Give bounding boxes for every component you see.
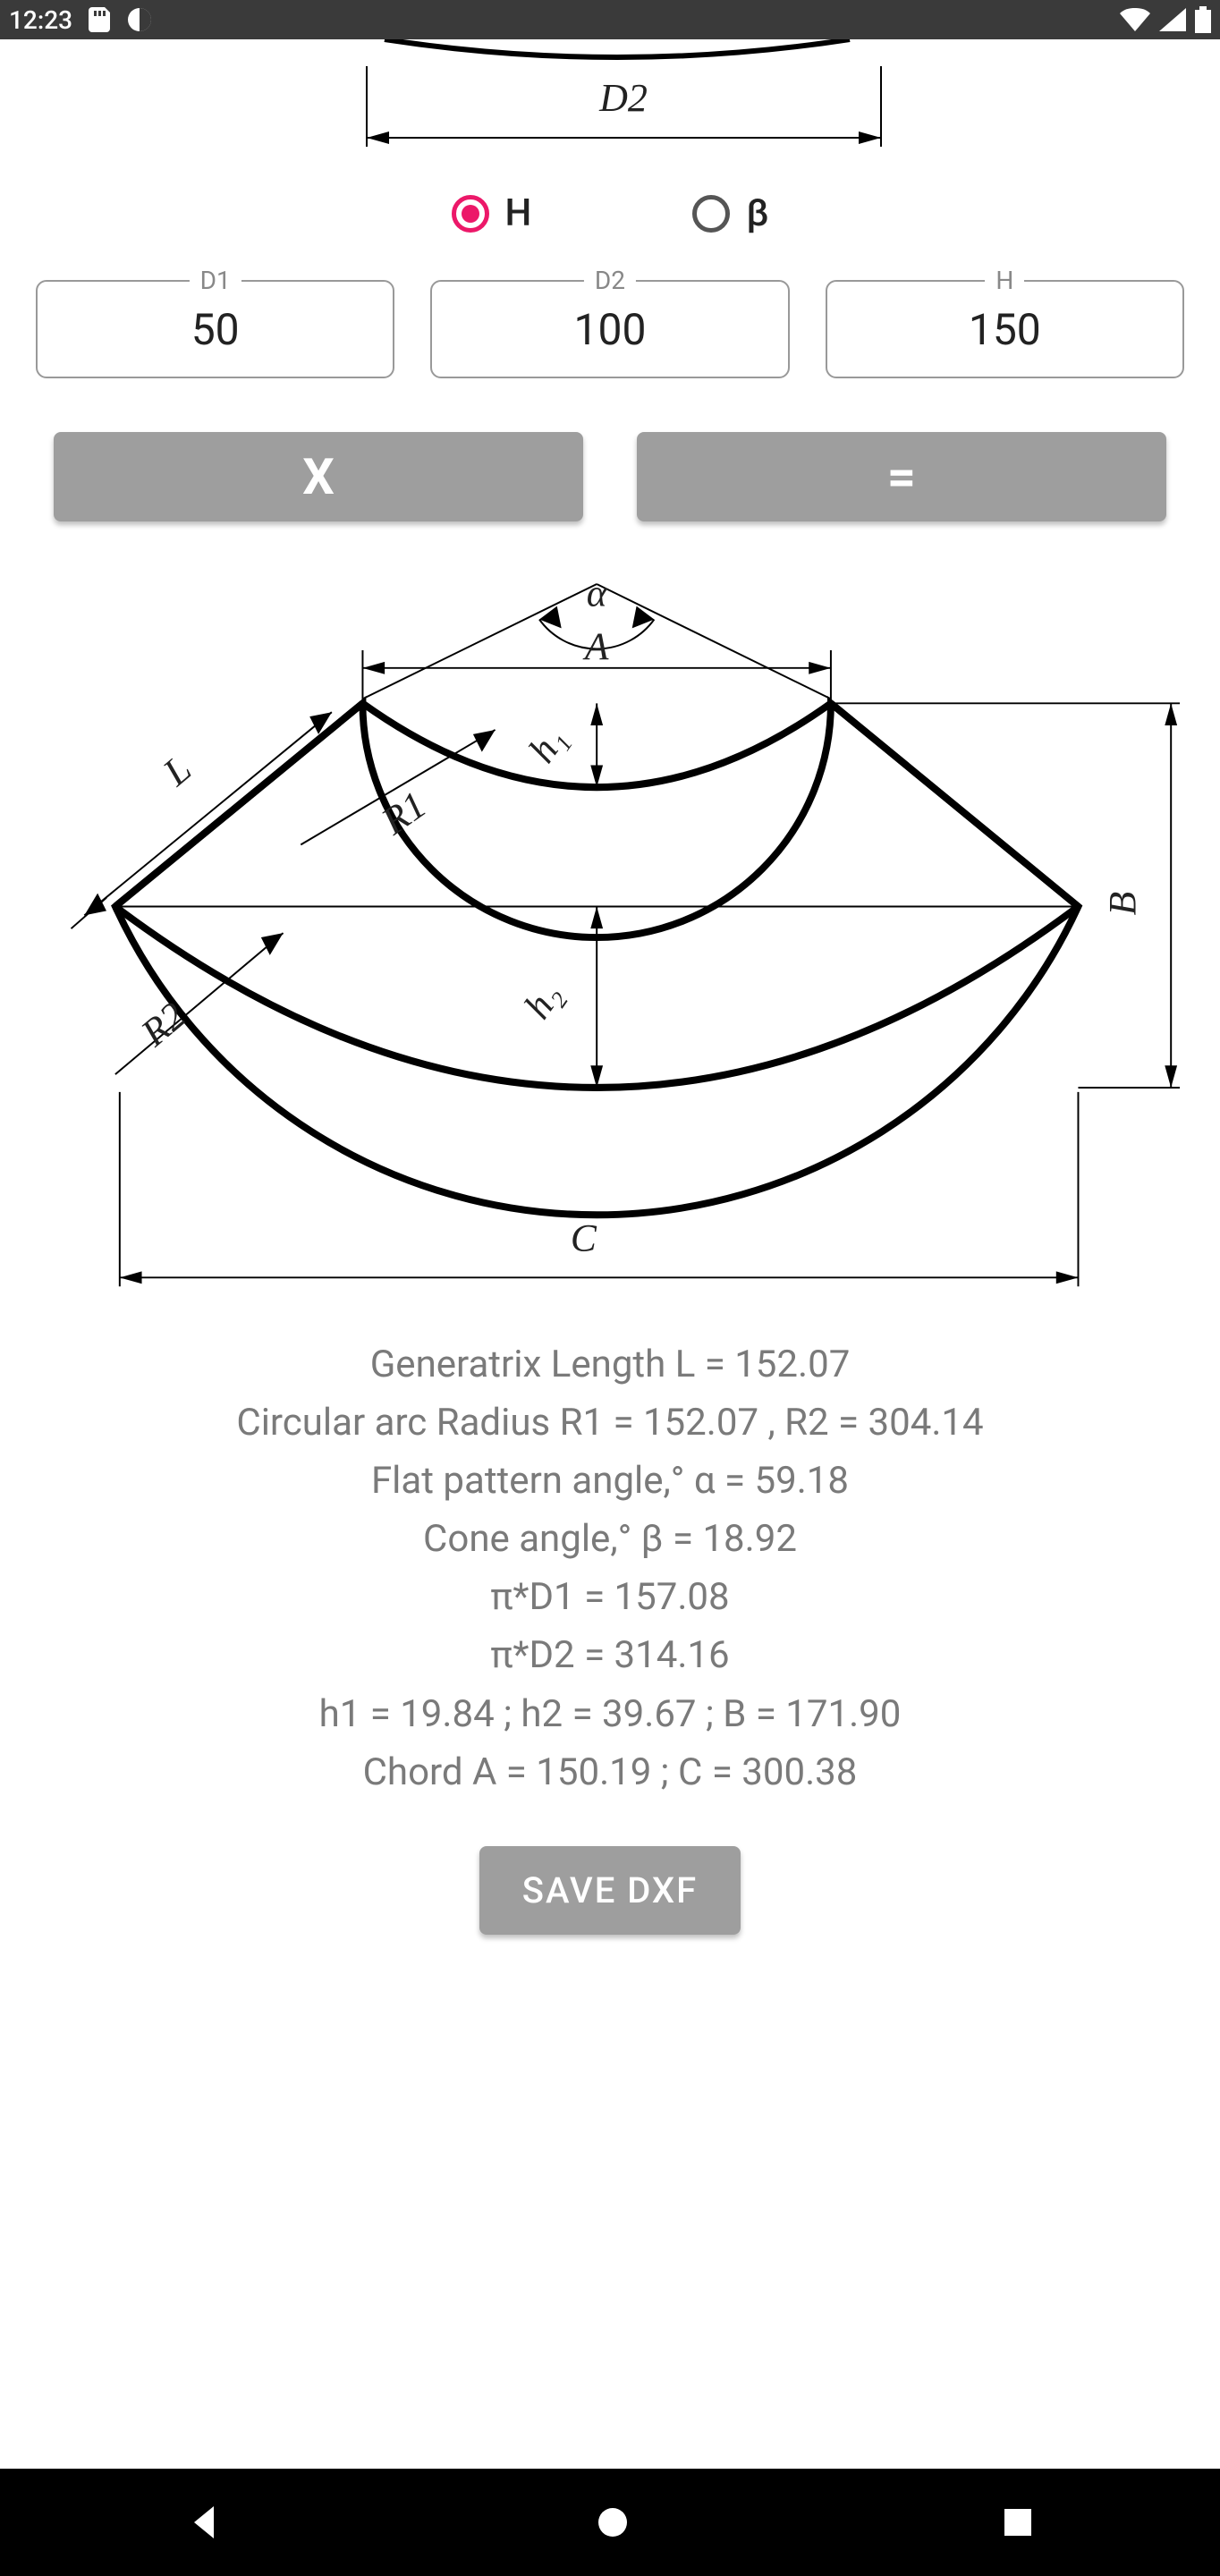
- clear-button[interactable]: X: [54, 432, 583, 521]
- radio-beta-label: β: [746, 191, 768, 235]
- nav-home-icon[interactable]: [595, 2504, 631, 2540]
- B-label: B: [1102, 892, 1145, 916]
- radio-h[interactable]: H: [452, 191, 532, 235]
- result-piD2: π*D2 = 314.16: [36, 1626, 1184, 1684]
- nav-recent-icon[interactable]: [1001, 2505, 1035, 2539]
- signal-icon: [1159, 8, 1186, 31]
- nav-back-icon[interactable]: [185, 2503, 225, 2542]
- input-d1-wrap: D1 50: [36, 280, 394, 378]
- input-d2-label: D2: [584, 266, 636, 295]
- L-label: L: [155, 748, 199, 795]
- radio-beta[interactable]: β: [692, 191, 768, 235]
- result-L: Generatrix Length L = 152.07: [36, 1335, 1184, 1394]
- d2-dim-label: D2: [598, 76, 648, 120]
- save-dxf-button[interactable]: SAVE DXF: [479, 1846, 741, 1935]
- inputs-row: D1 50 D2 100 H 150: [0, 262, 1220, 405]
- calculate-button[interactable]: =: [637, 432, 1166, 521]
- radio-h-label: H: [505, 191, 532, 235]
- contrast-icon: [126, 6, 153, 33]
- button-row: X =: [0, 405, 1220, 557]
- diagram-top: D2: [0, 39, 1220, 156]
- R2-label: R2: [132, 994, 194, 1055]
- sd-card-icon: [89, 7, 110, 32]
- status-time: 12:23: [9, 5, 72, 35]
- radio-h-indicator: [452, 195, 489, 233]
- input-h-label: H: [985, 266, 1024, 295]
- diagram-flat-pattern: α A L: [36, 575, 1184, 1309]
- android-nav-bar: [0, 2469, 1220, 2576]
- mode-radio-group: H β: [0, 156, 1220, 262]
- input-d1-label: D1: [190, 266, 241, 295]
- result-h: h1 = 19.84 ; h2 = 39.67 ; B = 171.90: [36, 1685, 1184, 1743]
- C-label: C: [571, 1217, 597, 1260]
- A-label: A: [582, 625, 609, 668]
- input-h-wrap: H 150: [826, 280, 1184, 378]
- status-bar: 12:23: [0, 0, 1220, 39]
- alpha-label: α: [587, 575, 608, 615]
- battery-icon: [1195, 6, 1211, 33]
- result-piD1: π*D1 = 157.08: [36, 1568, 1184, 1626]
- result-chord: Chord A = 150.19 ; C = 300.38: [36, 1743, 1184, 1801]
- h2-label: h₂: [516, 975, 570, 1027]
- input-d2-wrap: D2 100: [430, 280, 789, 378]
- radio-beta-indicator: [692, 195, 730, 233]
- result-R: Circular arc Radius R1 = 152.07 , R2 = 3…: [36, 1394, 1184, 1452]
- result-alpha: Flat pattern angle,° α = 59.18: [36, 1452, 1184, 1510]
- results-block: Generatrix Length L = 152.07 Circular ar…: [0, 1318, 1220, 1819]
- result-beta: Cone angle,° β = 18.92: [36, 1510, 1184, 1568]
- h1-label: h₁: [521, 718, 574, 770]
- wifi-icon: [1120, 8, 1150, 31]
